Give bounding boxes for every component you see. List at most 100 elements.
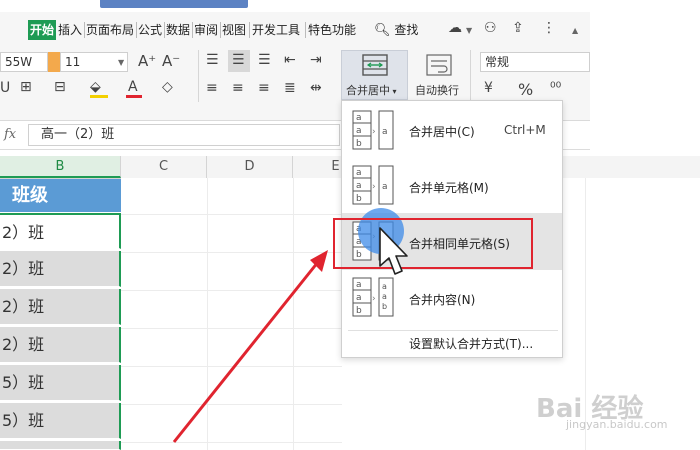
indent-increase-icon[interactable]: ⇥ (310, 52, 322, 68)
wrap-text-label[interactable]: 自动换行 (415, 82, 459, 98)
share-user-icon[interactable]: ⚇ (484, 20, 497, 36)
chevron-down-icon[interactable]: ▼ (466, 26, 472, 35)
font-name-input[interactable]: 55W (0, 52, 48, 72)
cloud-sync-icon[interactable]: ☁ (448, 20, 462, 36)
watermark-url: jingyan.baidu.com (566, 418, 668, 431)
document-tab[interactable] (100, 0, 248, 8)
more-icon[interactable]: ⋮ (542, 20, 556, 36)
tab-separator (164, 22, 165, 38)
tab-developer[interactable]: 开发工具 (252, 20, 300, 40)
border-icon[interactable]: ⊞ (20, 79, 32, 95)
column-header-c[interactable]: C (121, 156, 207, 178)
merge-content-icon: aab › aab (352, 277, 394, 317)
increase-font-icon[interactable]: A⁺ (138, 52, 156, 70)
tab-formula[interactable]: 公式 (138, 20, 162, 40)
distributed-icon[interactable]: ⇹ (310, 80, 322, 96)
table-cell[interactable]: 2）班 (0, 327, 121, 363)
align-bottom-icon[interactable]: ☰ (258, 52, 271, 68)
fill-pattern-icon[interactable]: ⊟ (54, 79, 66, 95)
align-left-icon[interactable]: ≡ (206, 80, 218, 96)
font-color-icon[interactable]: A (128, 79, 138, 95)
highlight-box (333, 218, 533, 269)
class-header-cell[interactable]: 班级 (0, 179, 121, 212)
collapse-ribbon-icon[interactable]: ▲ (572, 26, 578, 35)
grid-line (121, 214, 342, 215)
menu-item-default-setting[interactable]: 设置默认合并方式(T)... (409, 335, 533, 352)
menu-item-label: 合并单元格(M) (409, 181, 489, 195)
merge-center-icon: aab › a (352, 110, 394, 150)
menu-item-label: 合并内容(N) (409, 293, 476, 307)
svg-text:a: a (356, 168, 362, 178)
svg-text:b: b (356, 139, 362, 149)
group-divider (470, 50, 471, 102)
menu-item-shortcut: Ctrl+M (504, 123, 546, 137)
fill-color-bar (90, 95, 108, 98)
tab-separator (84, 22, 85, 38)
table-cell[interactable]: 5）班 (0, 365, 121, 401)
svg-text:›: › (372, 182, 376, 192)
tab-special[interactable]: 特色功能 (308, 20, 356, 40)
tab-separator (249, 22, 250, 38)
search-button[interactable]: 🔍︎ 查找 (374, 20, 418, 40)
column-header-d[interactable]: D (207, 156, 293, 178)
fill-color-icon[interactable]: ⬙ (90, 79, 101, 95)
tab-data[interactable]: 数据 (166, 20, 190, 40)
search-icon: 🔍︎ (374, 23, 391, 38)
svg-text:b: b (356, 306, 362, 316)
svg-text:a: a (382, 282, 387, 291)
justify-icon[interactable]: ≣ (284, 80, 296, 96)
eraser-icon[interactable]: ◇ (162, 79, 173, 95)
group-divider (198, 50, 199, 102)
tab-insert[interactable]: 插入 (58, 20, 82, 40)
svg-text:a: a (382, 292, 387, 301)
svg-text:a: a (356, 280, 362, 290)
table-cell[interactable]: 5）班 (0, 403, 121, 439)
menu-item-label: 合并居中(C) (409, 125, 475, 139)
red-arrow-annotation (172, 250, 328, 443)
svg-text:a: a (356, 126, 362, 136)
search-label: 查找 (394, 23, 419, 37)
formula-input[interactable]: 高一（2）班 (28, 124, 340, 146)
tab-review[interactable]: 审阅 (194, 20, 218, 40)
percent-icon[interactable]: % (518, 80, 533, 99)
column-header-b[interactable]: B (0, 156, 121, 178)
tab-start[interactable]: 开始 (28, 20, 56, 40)
fx-icon[interactable]: fx (4, 127, 16, 142)
tab-separator (220, 22, 221, 38)
number-format-select[interactable]: 常规 (480, 52, 590, 72)
svg-text:b: b (356, 194, 362, 204)
tab-page-layout[interactable]: 页面布局 (86, 20, 134, 40)
thousands-icon[interactable]: ⁰⁰ (550, 80, 561, 96)
ribbon-right-area (590, 12, 700, 120)
table-cell[interactable]: 2）班 (0, 289, 121, 325)
align-top-icon[interactable]: ☰ (206, 52, 219, 68)
font-name-dropdown[interactable] (48, 52, 60, 72)
align-right-icon[interactable]: ≡ (258, 80, 270, 96)
font-color-bar (126, 95, 142, 98)
table-cell[interactable]: 2）班 (0, 213, 121, 249)
svg-text:b: b (382, 302, 387, 311)
wrap-text-icon[interactable] (426, 54, 452, 76)
tab-separator (192, 22, 193, 38)
align-middle-icon[interactable]: ☰ (232, 52, 245, 68)
decrease-font-icon[interactable]: A⁻ (162, 52, 180, 70)
currency-icon[interactable]: ¥ (484, 80, 493, 96)
tab-view[interactable]: 视图 (222, 20, 246, 40)
underline-icon[interactable]: U (0, 80, 10, 96)
table-cell[interactable] (0, 441, 121, 450)
svg-text:a: a (356, 293, 362, 303)
merge-cells-icon: aab › a (352, 165, 394, 205)
svg-text:a: a (382, 127, 388, 137)
svg-text:a: a (382, 182, 388, 192)
svg-text:›: › (372, 127, 376, 137)
indent-decrease-icon[interactable]: ⇤ (284, 52, 296, 68)
align-center-icon[interactable]: ≡ (232, 80, 244, 96)
menu-divider (348, 330, 558, 331)
tab-separator (305, 22, 306, 38)
chevron-down-icon[interactable]: ▼ (118, 58, 124, 67)
svg-text:›: › (372, 294, 376, 304)
table-cell[interactable]: 2）班 (0, 251, 121, 287)
merge-cells-icon (362, 54, 388, 76)
share-icon[interactable]: ⇪ (512, 20, 524, 36)
svg-text:a: a (356, 181, 362, 191)
